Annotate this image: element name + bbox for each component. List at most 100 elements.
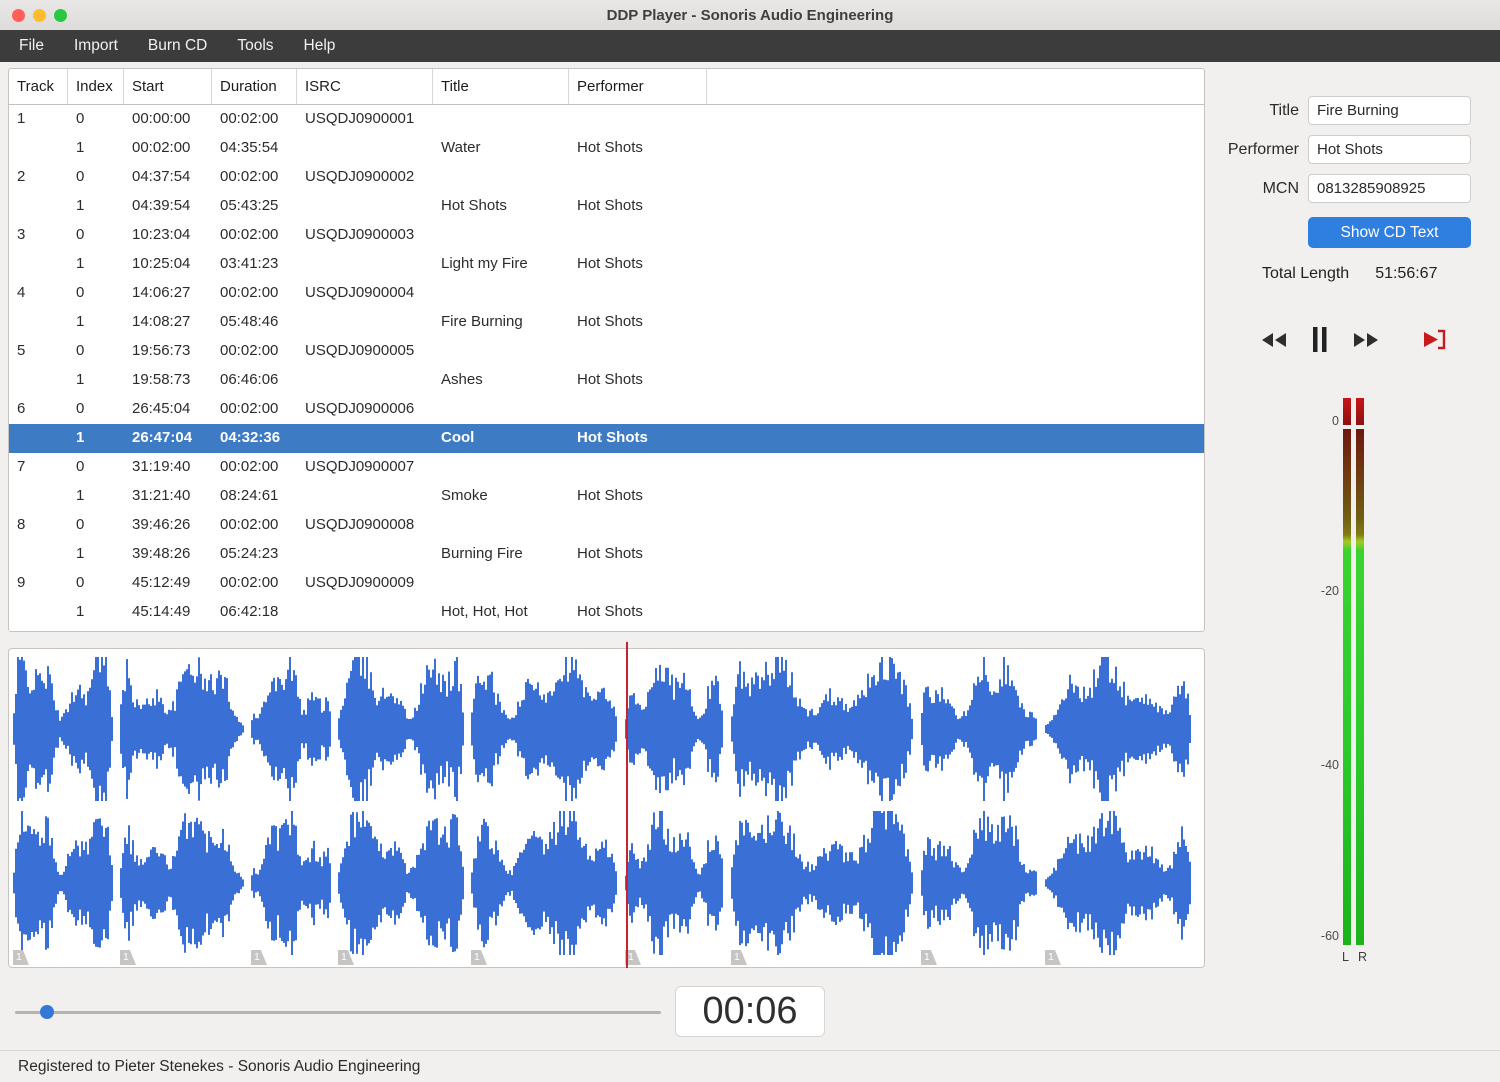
cell-track: 7 [17, 458, 26, 475]
total-length-value: 51:56:67 [1375, 265, 1438, 282]
waveform-track-segment[interactable]: 1 [625, 653, 724, 965]
play-to-marker-button[interactable] [1422, 328, 1449, 351]
meter-level-segment [1356, 429, 1364, 945]
title-field-row: Title [1215, 96, 1500, 125]
menu-help[interactable]: Help [289, 31, 351, 61]
cell-index: 1 [76, 139, 85, 156]
slider-thumb[interactable] [40, 1005, 54, 1019]
waveform-track-segment[interactable]: 1 [731, 653, 914, 965]
close-button[interactable] [12, 8, 25, 22]
menu-tools[interactable]: Tools [222, 31, 288, 61]
zoom-button[interactable] [54, 8, 67, 22]
column-header-index: Index [68, 69, 124, 104]
waveform-track-segment[interactable]: 1 [338, 653, 464, 965]
table-row[interactable]: 4 0 14:06:27 00:02:00 USQDJ0900004 [9, 279, 1204, 308]
waveform-track-segment[interactable]: 1 [120, 653, 244, 965]
cell-track [9, 308, 68, 337]
waveform-panel[interactable]: 111111111 [8, 642, 1205, 968]
table-row[interactable]: 6 0 26:45:04 00:02:00 USQDJ0900006 [9, 395, 1204, 424]
cell-track [9, 424, 68, 453]
rewind-button[interactable] [1260, 332, 1288, 348]
cell-duration: 00:02:00 [220, 110, 279, 127]
cell-track: 2 [17, 168, 26, 185]
cell-duration: 05:24:23 [220, 545, 279, 562]
playhead[interactable] [626, 642, 628, 968]
cell-start: 14:06:27 [132, 284, 191, 301]
slider-track[interactable] [15, 1011, 661, 1014]
cell-track [9, 482, 68, 511]
cell-title: Hot Shots [441, 197, 507, 214]
table-row[interactable]: 1 19:58:73 06:46:06 Ashes Hot Shots [9, 366, 1204, 395]
cell-index: 0 [76, 342, 85, 359]
cell-duration: 06:42:18 [220, 603, 279, 620]
cell-title: Smoke [441, 487, 488, 504]
cell-start: 26:47:04 [132, 429, 193, 446]
cell-duration: 00:02:00 [220, 284, 279, 301]
table-row[interactable]: 5 0 19:56:73 00:02:00 USQDJ0900005 [9, 337, 1204, 366]
cell-filler [707, 511, 1204, 540]
mcn-field-row: MCN [1215, 174, 1500, 203]
table-row[interactable]: 1 04:39:54 05:43:25 Hot Shots Hot Shots [9, 192, 1204, 221]
menu-import[interactable]: Import [59, 31, 133, 61]
table-row[interactable]: 3 0 10:23:04 00:02:00 USQDJ0900003 [9, 221, 1204, 250]
table-row[interactable]: 1 00:02:00 04:35:54 Water Hot Shots [9, 134, 1204, 163]
cell-index: 1 [76, 487, 85, 504]
cell-index: 0 [76, 574, 85, 591]
fast-forward-button[interactable] [1352, 332, 1380, 348]
performer-label: Performer [1227, 140, 1299, 158]
cell-isrc [297, 540, 433, 569]
waveform-track-segment[interactable]: 1 [13, 653, 113, 965]
cell-index: 1 [76, 429, 85, 446]
total-length-label: Total Length [1262, 265, 1350, 282]
waveform-track-segment[interactable]: 1 [1045, 653, 1191, 965]
cell-start: 04:39:54 [132, 197, 191, 214]
menu-burn-cd[interactable]: Burn CD [133, 31, 222, 61]
cd-text-panel: Title Performer MCN Show CD Text Total L… [1215, 68, 1500, 968]
performer-input[interactable] [1308, 135, 1471, 164]
cell-index: 0 [76, 400, 85, 417]
table-row[interactable]: 2 0 04:37:54 00:02:00 USQDJ0900002 [9, 163, 1204, 192]
minimize-button[interactable] [33, 8, 46, 22]
pause-button[interactable] [1312, 326, 1328, 353]
waveform-track-segment[interactable]: 1 [921, 653, 1038, 965]
column-header-performer: Performer [569, 69, 707, 104]
table-row[interactable]: 1 45:14:49 06:42:18 Hot, Hot, Hot Hot Shots [9, 598, 1204, 627]
table-row[interactable]: 7 0 31:19:40 00:02:00 USQDJ0900007 [9, 453, 1204, 482]
cell-start: 31:21:40 [132, 487, 191, 504]
title-label: Title [1269, 101, 1299, 119]
cell-performer: Hot Shots [577, 139, 643, 156]
waveform-track-segment[interactable]: 1 [471, 653, 618, 965]
cell-start: 39:46:26 [132, 516, 191, 533]
mcn-input[interactable] [1308, 174, 1471, 203]
meter-scale-40: -40 [1320, 758, 1339, 772]
cell-performer: Hot Shots [577, 429, 648, 446]
cell-isrc [297, 482, 433, 511]
table-row[interactable]: 1 0 00:00:00 00:02:00 USQDJ0900001 [9, 105, 1204, 134]
table-row[interactable]: 1 26:47:04 04:32:36 Cool Hot Shots [9, 424, 1204, 453]
cell-performer: Hot Shots [577, 255, 643, 272]
cell-performer [569, 511, 707, 540]
table-row[interactable]: 8 0 39:46:26 00:02:00 USQDJ0900008 [9, 511, 1204, 540]
cell-performer: Hot Shots [577, 371, 643, 388]
cell-title [433, 105, 569, 134]
play-to-marker-icon [1424, 329, 1446, 350]
cell-isrc: USQDJ0900007 [305, 458, 415, 475]
menu-file[interactable]: File [4, 31, 59, 61]
cell-performer: Hot Shots [577, 197, 643, 214]
column-header-duration: Duration [212, 69, 297, 104]
table-row[interactable]: 1 10:25:04 03:41:23 Light my Fire Hot Shots [9, 250, 1204, 279]
waveform-track-segment[interactable]: 1 [251, 653, 331, 965]
statusbar: Registered to Pieter Stenekes - Sonoris … [0, 1050, 1500, 1082]
show-cd-text-button[interactable]: Show CD Text [1308, 217, 1471, 248]
table-row[interactable]: 1 14:08:27 05:48:46 Fire Burning Hot Shots [9, 308, 1204, 337]
cell-track: 3 [17, 226, 26, 243]
cell-start: 10:25:04 [132, 255, 191, 272]
table-row[interactable]: 9 0 45:12:49 00:02:00 USQDJ0900009 [9, 569, 1204, 598]
title-input[interactable] [1308, 96, 1471, 125]
table-row[interactable]: 1 39:48:26 05:24:23 Burning Fire Hot Shots [9, 540, 1204, 569]
fast-forward-icon [1354, 332, 1378, 347]
table-row[interactable]: 1 31:21:40 08:24:61 Smoke Hot Shots [9, 482, 1204, 511]
window-title: DDP Player - Sonoris Audio Engineering [606, 6, 894, 24]
column-header-track: Track [9, 69, 68, 104]
position-slider[interactable] [15, 1004, 661, 1020]
